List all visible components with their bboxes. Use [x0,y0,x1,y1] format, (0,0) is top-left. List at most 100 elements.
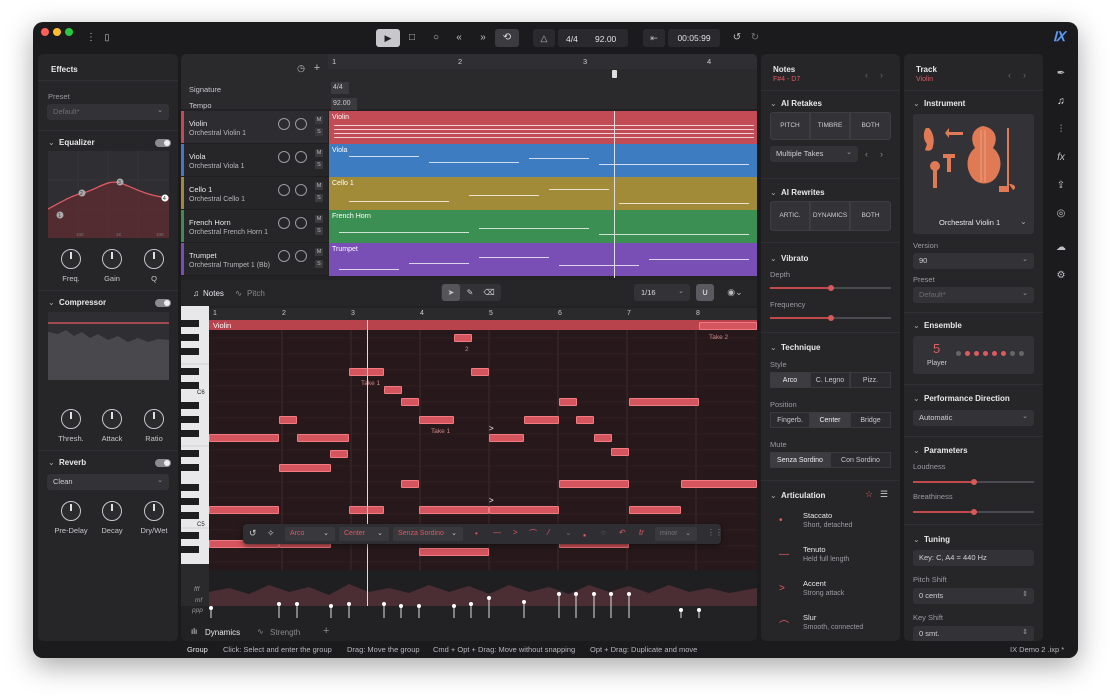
eq-node-3[interactable]: 3 [118,180,121,186]
clip-violin[interactable]: Violin [329,111,757,144]
scale-select[interactable]: minor ⌄ [655,527,697,541]
solo-button[interactable]: S [315,194,323,202]
pan-knob[interactable] [295,184,307,196]
arrange-ruler[interactable]: 1 2 3 4 [328,54,757,69]
retake-both-button[interactable]: BOTH [850,112,891,140]
magic-icon[interactable]: ✧ [267,528,275,539]
threshold-knob[interactable] [61,409,81,429]
track-row-cello[interactable]: Cello 1 Orchestral Cello 1 M S [181,177,328,210]
note[interactable] [489,506,559,514]
chevron-down-icon[interactable]: ⌄ [770,254,777,263]
pointer-tool-icon[interactable]: ➤ [442,284,460,301]
eq-node-4[interactable]: 4 [163,196,166,202]
visibility-eye-icon[interactable]: ◉⌄ [722,284,748,301]
clip-viola[interactable]: Viola [329,144,757,177]
note[interactable] [401,480,419,488]
add-track-icon[interactable]: + [311,62,323,74]
mute-button[interactable]: M [315,215,323,223]
eraser-tool-icon[interactable]: ⌫ [480,284,498,301]
compressor-toggle[interactable] [155,299,171,307]
pen-nib-icon[interactable]: ✒ [1053,68,1069,79]
mute-button[interactable]: M [315,149,323,157]
music-note-icon[interactable]: ♫ [1053,96,1069,107]
signature-value[interactable]: 4/4 [331,82,349,94]
dry-wet-knob[interactable] [144,501,164,521]
document-icon[interactable]: ▯ [102,32,112,43]
note[interactable] [209,434,279,442]
tremolo-icon[interactable]: tr [639,528,644,537]
more-icon[interactable]: ⋮ [86,32,96,43]
track-row-trumpet[interactable]: Trumpet Orchestral Trumpet 1 (Bb) M S [181,243,328,276]
articulation-staccato[interactable]: • Staccato Short, detached [761,506,900,540]
note[interactable] [524,416,559,424]
rewind-button[interactable]: « [452,32,466,43]
solo-button[interactable]: S [315,128,323,136]
note[interactable] [209,506,279,514]
mute-button[interactable]: M [315,248,323,256]
position-select[interactable]: Center ⌄ [339,527,389,541]
key-shift-stepper[interactable]: 0 smt. ⇕ [913,626,1034,641]
arrange-playhead[interactable] [614,111,615,278]
version-select[interactable]: 90 ⌄ [913,253,1034,269]
eq-curve-graph[interactable] [48,151,169,238]
tab-dynamics[interactable]: Dynamics [205,628,240,637]
export-icon[interactable]: ⇪ [1053,180,1069,191]
note[interactable] [594,434,612,442]
pan-knob[interactable] [295,151,307,163]
chevron-down-icon[interactable]: ⌄ [913,99,920,108]
chevron-down-icon[interactable]: ⌄ [913,535,920,544]
snap-magnet-icon[interactable]: ∪ [696,284,714,301]
record-button[interactable]: ○ [429,32,443,43]
redo-icon[interactable]: ↻ [749,32,761,43]
note[interactable] [629,398,699,406]
note[interactable] [489,434,524,442]
eq-node-2[interactable]: 2 [80,191,83,197]
pitch-shift-stepper[interactable]: 0 cents ⇕ [913,588,1034,604]
stop-button[interactable]: □ [405,32,419,43]
frequency-slider[interactable] [770,314,891,321]
style-arco-button[interactable]: Arco [770,372,810,388]
note[interactable] [454,334,472,342]
depth-slider[interactable] [770,284,891,291]
prev-icon[interactable]: ‹ [865,70,868,80]
con-sordino-button[interactable]: Con Sordino [830,452,891,468]
accent-icon[interactable]: > [513,528,518,537]
loudness-slider[interactable] [913,478,1034,485]
volume-knob[interactable] [278,151,290,163]
fall-icon[interactable]: ↶ [619,528,626,537]
position-fingerboard-button[interactable]: Fingerb. [770,412,810,428]
staccato-icon[interactable]: • [475,529,478,538]
clip-cello[interactable]: Cello 1 [329,177,757,210]
position-bridge-button[interactable]: Bridge [850,412,891,428]
prev-icon[interactable]: ‹ [1008,70,1011,80]
senza-sordino-button[interactable]: Senza Sordino [770,452,830,468]
volume-knob[interactable] [278,184,290,196]
note[interactable] [471,368,489,376]
loop-button[interactable]: ⟲ [495,29,519,47]
clip-french-horn[interactable]: French Horn [329,210,757,243]
tuning-key-field[interactable]: Key: C, A4 = 440 Hz [913,550,1034,566]
note[interactable] [611,448,629,456]
tab-pitch[interactable]: Pitch [247,289,265,298]
volume-knob[interactable] [278,250,290,262]
note[interactable] [559,480,629,488]
next-take-icon[interactable]: › [880,149,883,159]
rewrite-dynamics-button[interactable]: DYNAMICS [810,201,850,231]
solo-button[interactable]: S [315,161,323,169]
articulation-slur[interactable]: ⌒ Slur Smooth, connected [761,608,900,641]
undo-icon[interactable]: ↺ [731,32,743,43]
freq-knob[interactable] [61,249,81,269]
metronome-icon[interactable]: △ [533,29,555,47]
chevron-down-icon[interactable]: ⌄ [48,458,55,467]
play-button[interactable]: ▶ [376,29,400,47]
note[interactable] [419,416,454,424]
volume-knob[interactable] [278,118,290,130]
settings-gear-icon[interactable]: ⚙ [1053,270,1069,281]
rewrite-both-button[interactable]: BOTH [850,201,891,231]
reverb-preset-select[interactable]: Clean ⌄ [47,474,169,490]
piano-keyboard[interactable]: C6 C5 [181,306,209,606]
attack-knob[interactable] [102,409,122,429]
chevron-down-icon[interactable]: ⌄ [770,99,777,108]
note[interactable] [279,416,297,424]
pan-knob[interactable] [295,118,307,130]
